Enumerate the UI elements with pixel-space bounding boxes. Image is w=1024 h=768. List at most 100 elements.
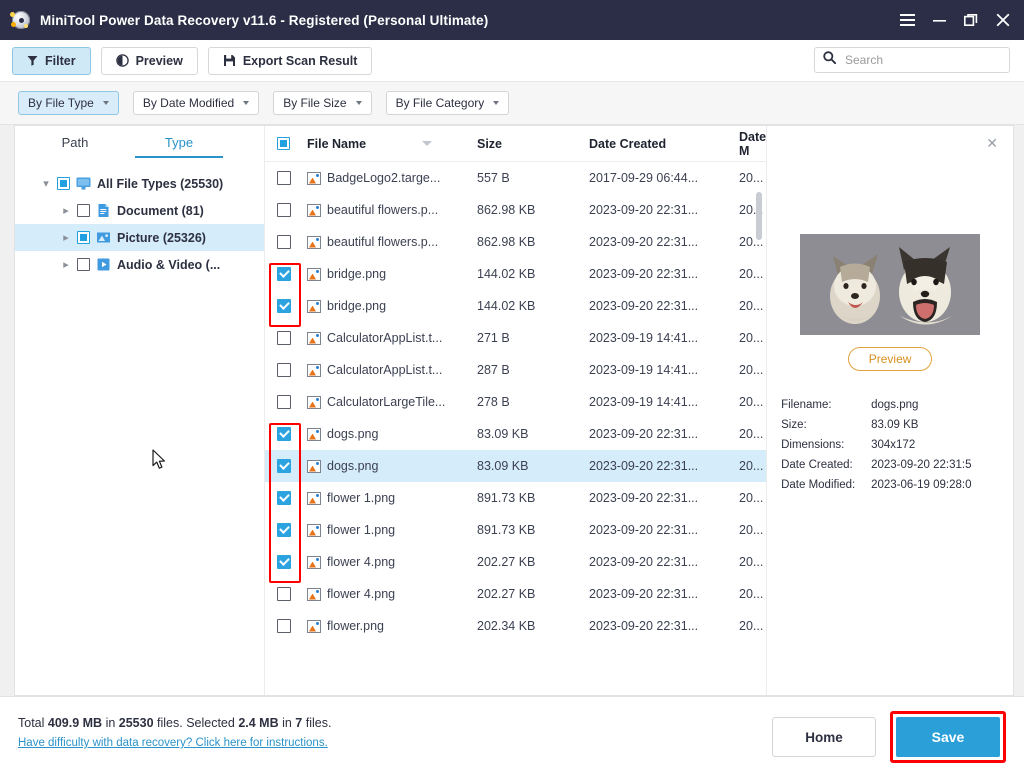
detail-key: Filename: xyxy=(781,399,832,411)
column-header-date-created[interactable]: Date Created xyxy=(589,137,739,151)
row-checkbox[interactable] xyxy=(277,299,291,313)
table-row[interactable]: CalculatorAppList.t... 271 B 2023-09-19 14… xyxy=(265,322,766,354)
tree-item-document[interactable]: ▸ Document (81) xyxy=(15,197,264,224)
tree-item-audio-video[interactable]: ▸ Audio & Video (... xyxy=(15,251,264,278)
table-row[interactable]: BadgeLogo2.targe... 557 B 2017-09-29 06:44… xyxy=(265,162,766,194)
table-row[interactable]: bridge.png 144.02 KB 2023-09-20 22:31... 20… xyxy=(265,290,766,322)
column-header-size[interactable]: Size xyxy=(477,137,589,151)
row-checkbox[interactable] xyxy=(277,235,291,249)
row-checkbox-cell[interactable] xyxy=(277,203,307,217)
tree-item-all-file-types[interactable]: ▾ All File Types (25530) xyxy=(15,170,264,197)
row-checkbox[interactable] xyxy=(277,203,291,217)
chevron-right-icon[interactable]: ▸ xyxy=(61,258,71,271)
filter-chip-by-file-category[interactable]: By File Category xyxy=(385,91,510,115)
row-checkbox-cell[interactable] xyxy=(277,299,307,313)
filter-chip-by-date-modified[interactable]: By Date Modified xyxy=(132,91,260,115)
table-row[interactable]: dogs.png 83.09 KB 2023-09-20 22:31... 20... xyxy=(265,418,766,450)
row-checkbox[interactable] xyxy=(277,395,291,409)
search-box[interactable] xyxy=(814,47,1010,73)
filter-button[interactable]: Filter xyxy=(12,46,91,75)
search-input[interactable] xyxy=(843,52,1001,68)
row-checkbox-cell[interactable] xyxy=(277,587,307,601)
image-file-icon xyxy=(307,235,321,249)
help-link[interactable]: Have difficulty with data recovery? Clic… xyxy=(18,737,331,749)
table-row[interactable]: bridge.png 144.02 KB 2023-09-20 22:31... 20… xyxy=(265,258,766,290)
tree-item-picture[interactable]: ▸ Picture (25326) xyxy=(15,224,264,251)
preview-close-icon[interactable]: ✕ xyxy=(983,134,1001,152)
preview-button[interactable]: Preview xyxy=(100,46,198,75)
image-file-icon xyxy=(307,459,321,473)
sort-descending-icon[interactable] xyxy=(422,141,433,146)
select-all-cell[interactable] xyxy=(277,137,307,150)
chevron-right-icon[interactable]: ▸ xyxy=(61,231,71,244)
table-row[interactable]: dogs.png 83.09 KB 2023-09-20 22:31... 20... xyxy=(265,450,767,482)
row-checkbox-cell[interactable] xyxy=(277,523,307,537)
thumbnail-image[interactable] xyxy=(800,234,981,335)
row-checkbox-cell[interactable] xyxy=(277,363,307,377)
home-button[interactable]: Home xyxy=(772,717,876,757)
cell-date-created: 2023-09-20 22:31... xyxy=(589,459,699,473)
row-checkbox[interactable] xyxy=(277,491,291,505)
tab-type[interactable]: Type xyxy=(127,126,231,158)
row-checkbox[interactable] xyxy=(277,459,291,473)
row-checkbox[interactable] xyxy=(277,171,291,185)
row-checkbox-cell[interactable] xyxy=(277,395,307,409)
row-checkbox-cell[interactable] xyxy=(277,491,307,505)
table-row[interactable]: flower 4.png 202.27 KB 2023-09-20 22:31...… xyxy=(265,546,766,578)
row-checkbox-cell[interactable] xyxy=(277,171,307,185)
select-all-checkbox[interactable] xyxy=(277,137,290,150)
row-checkbox[interactable] xyxy=(277,619,291,633)
tree-checkbox[interactable] xyxy=(77,204,90,217)
row-checkbox-cell[interactable] xyxy=(277,331,307,345)
file-list-header: File Name Size Date Created Date M xyxy=(265,126,767,162)
table-row[interactable]: flower.png 202.34 KB 2023-09-20 22:31... 20… xyxy=(265,610,766,642)
row-checkbox[interactable] xyxy=(277,523,291,537)
row-checkbox-cell[interactable] xyxy=(277,555,307,569)
cell-size: 278 B xyxy=(477,395,510,409)
scrollbar-thumb[interactable] xyxy=(756,192,763,240)
filter-chip-by-file-size[interactable]: By File Size xyxy=(273,91,372,115)
row-checkbox-cell[interactable] xyxy=(277,427,307,441)
detail-value: dogs.png xyxy=(871,399,919,411)
menu-button[interactable] xyxy=(892,5,922,35)
export-scan-result-button[interactable]: Export Scan Result xyxy=(207,46,373,75)
table-row[interactable]: CalculatorAppList.t... 287 B 2023-09-19 14… xyxy=(265,354,766,386)
table-row[interactable]: CalculatorLargeTile... 278 B 2023-09-19 14… xyxy=(265,386,766,418)
cell-date-created: 2023-09-20 22:31... xyxy=(589,267,699,281)
cell-size: 557 B xyxy=(477,171,510,185)
row-checkbox-cell[interactable] xyxy=(277,235,307,249)
close-button[interactable] xyxy=(988,5,1018,35)
cell-file-name: CalculatorAppList.t... xyxy=(307,331,477,345)
row-checkbox[interactable] xyxy=(277,427,291,441)
table-row[interactable]: flower 1.png 891.73 KB 2023-09-20 22:31...… xyxy=(265,482,766,514)
row-checkbox-cell[interactable] xyxy=(277,619,307,633)
cell-size: 862.98 KB xyxy=(477,203,536,217)
tree-checkbox[interactable] xyxy=(57,177,70,190)
table-row[interactable]: beautiful flowers.p... 862.98 KB 2023-09-2… xyxy=(265,226,766,258)
filter-chip-by-file-type[interactable]: By File Type xyxy=(18,91,119,115)
row-checkbox[interactable] xyxy=(277,587,291,601)
chevron-right-icon[interactable]: ▸ xyxy=(61,204,71,217)
row-checkbox-cell[interactable] xyxy=(277,267,307,281)
restore-button[interactable] xyxy=(956,5,986,35)
results-panel: Path Type ▾ All File Types (25530) ▸ Doc… xyxy=(14,125,1015,696)
row-checkbox[interactable] xyxy=(277,555,291,569)
table-row[interactable]: flower 1.png 891.73 KB 2023-09-20 22:31...… xyxy=(265,514,766,546)
chevron-down-icon[interactable]: ▾ xyxy=(41,177,51,190)
column-header-date-modified[interactable]: Date M xyxy=(739,130,766,158)
tree-checkbox[interactable] xyxy=(77,258,90,271)
save-button-highlight: Save xyxy=(890,711,1006,763)
table-row[interactable]: beautiful flowers.p... 862.98 KB 2023-09-2… xyxy=(265,194,766,226)
tree-checkbox[interactable] xyxy=(77,231,90,244)
column-header-file-name[interactable]: File Name xyxy=(307,137,477,151)
minimize-button[interactable] xyxy=(924,5,954,35)
file-list-scrollbar[interactable] xyxy=(756,178,763,648)
open-preview-button[interactable]: Preview xyxy=(848,347,933,371)
row-checkbox[interactable] xyxy=(277,267,291,281)
row-checkbox[interactable] xyxy=(277,363,291,377)
tab-path[interactable]: Path xyxy=(23,126,127,158)
save-button[interactable]: Save xyxy=(896,717,1000,757)
table-row[interactable]: flower 4.png 202.27 KB 2023-09-20 22:31...… xyxy=(265,578,766,610)
row-checkbox[interactable] xyxy=(277,331,291,345)
row-checkbox-cell[interactable] xyxy=(277,459,307,473)
